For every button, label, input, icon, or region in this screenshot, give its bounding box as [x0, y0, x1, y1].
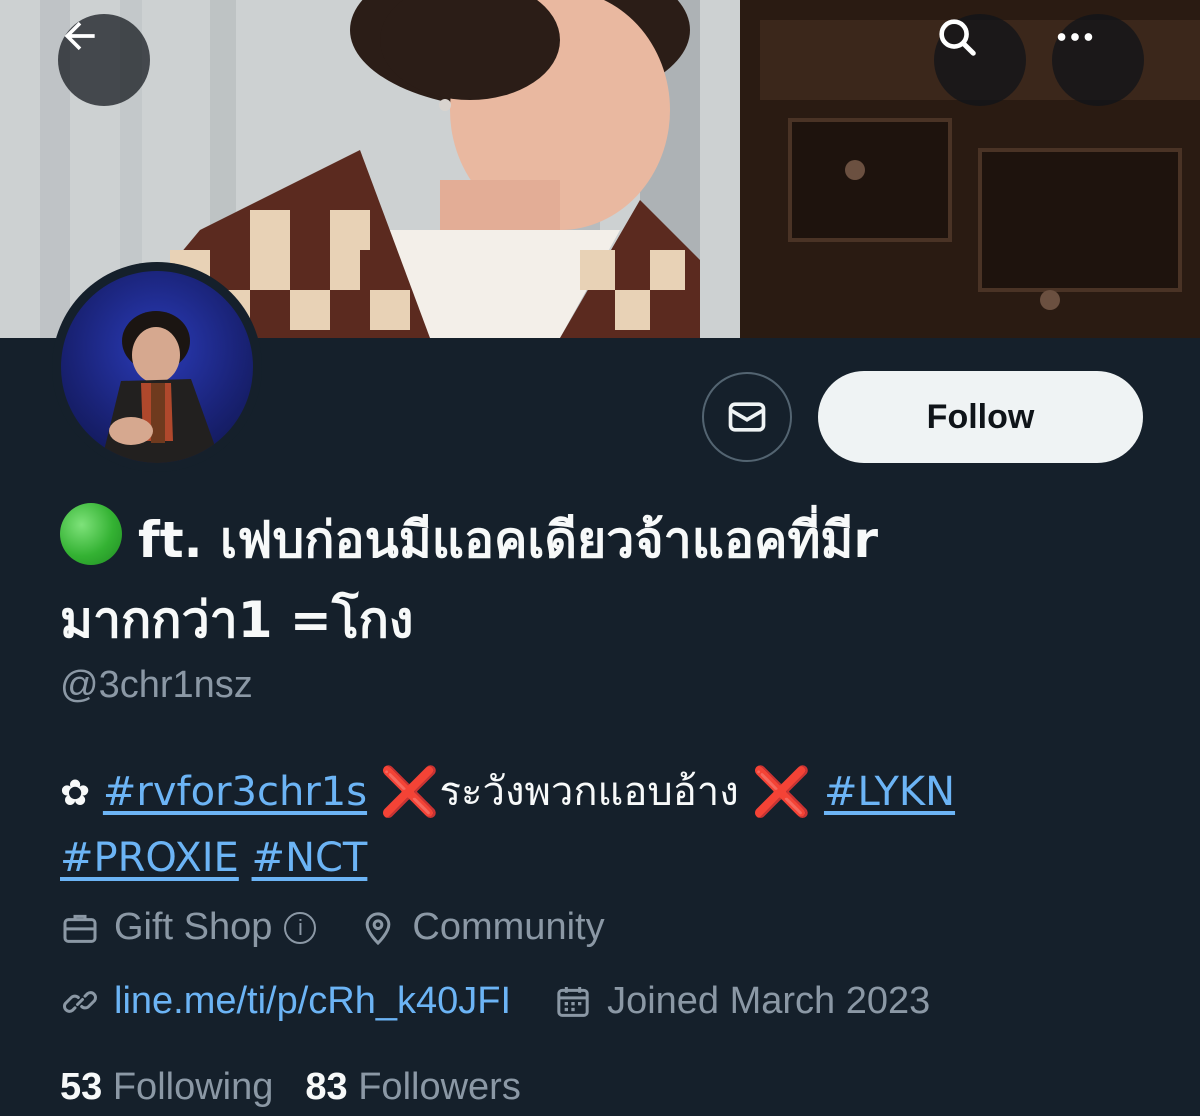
green-circle-icon — [60, 503, 122, 565]
followers-stat[interactable]: 83 Followers — [305, 1066, 520, 1109]
info-icon[interactable]: i — [284, 911, 317, 944]
more-button[interactable] — [1052, 14, 1144, 106]
hashtag-lykn[interactable]: #LYKN — [824, 769, 955, 815]
bio-warning-text: ระวังพวกแอบอ้าง — [439, 769, 739, 815]
user-handle: @3chr1nsz — [60, 664, 253, 706]
category-item: Gift Shop i — [60, 906, 317, 949]
link-icon — [60, 982, 100, 1022]
hashtag-rvfor3chr1s[interactable]: #rvfor3chr1s — [103, 769, 367, 815]
followers-count: 83 — [305, 1066, 348, 1108]
display-name-line2: มากกว่า1 =โกง — [60, 591, 414, 649]
following-count: 53 — [60, 1066, 103, 1108]
message-button[interactable] — [702, 372, 792, 462]
location-label: Community — [412, 906, 605, 948]
following-label: Following — [112, 1066, 274, 1108]
profile-meta-row-2: line.me/ti/p/cRh_k40JFI Joined March 202… — [60, 980, 972, 1023]
location-item: Community — [358, 906, 605, 949]
joined-item: Joined March 2023 — [553, 980, 930, 1023]
envelope-icon — [728, 402, 766, 432]
calendar-icon — [553, 982, 593, 1022]
profile-avatar[interactable] — [52, 262, 262, 472]
arrow-left-icon — [64, 21, 95, 51]
back-button[interactable] — [58, 14, 150, 106]
flower-glyph: ✿ — [60, 773, 91, 814]
hashtag-proxie[interactable]: #PROXIE — [60, 835, 239, 881]
cross-mark-icon: ❌ — [379, 764, 440, 820]
briefcase-icon — [60, 908, 100, 948]
website-item[interactable]: line.me/ti/p/cRh_k40JFI — [60, 980, 511, 1023]
display-name-line1: ft. เฟบก่อนมีแอคเดียวจ้าแอคที่มีr — [138, 511, 879, 569]
followers-label: Followers — [358, 1066, 521, 1108]
more-horizontal-icon — [1057, 33, 1093, 41]
profile-meta-row-1: Gift Shop i Community — [60, 906, 647, 949]
follow-button[interactable]: Follow — [818, 371, 1143, 463]
avatar-photo — [61, 271, 253, 463]
follow-stats: 53 Following 83 Followers — [60, 1066, 553, 1109]
location-pin-icon — [358, 908, 398, 948]
joined-date: Joined March 2023 — [607, 980, 931, 1022]
following-stat[interactable]: 53 Following — [60, 1066, 273, 1109]
profile-bio: ✿ #rvfor3chr1s ❌ระวังพวกแอบอ้าง ❌ #LYKN … — [60, 760, 1150, 890]
hashtag-nct[interactable]: #NCT — [252, 835, 368, 881]
search-icon — [939, 19, 976, 56]
cross-mark-icon: ❌ — [751, 764, 812, 820]
display-name: ft. เฟบก่อนมีแอคเดียวจ้าแอคที่มีr มากกว่… — [60, 500, 1140, 660]
category-label: Gift Shop — [114, 906, 273, 948]
search-button[interactable] — [934, 14, 1026, 106]
website-link[interactable]: line.me/ti/p/cRh_k40JFI — [114, 980, 511, 1023]
